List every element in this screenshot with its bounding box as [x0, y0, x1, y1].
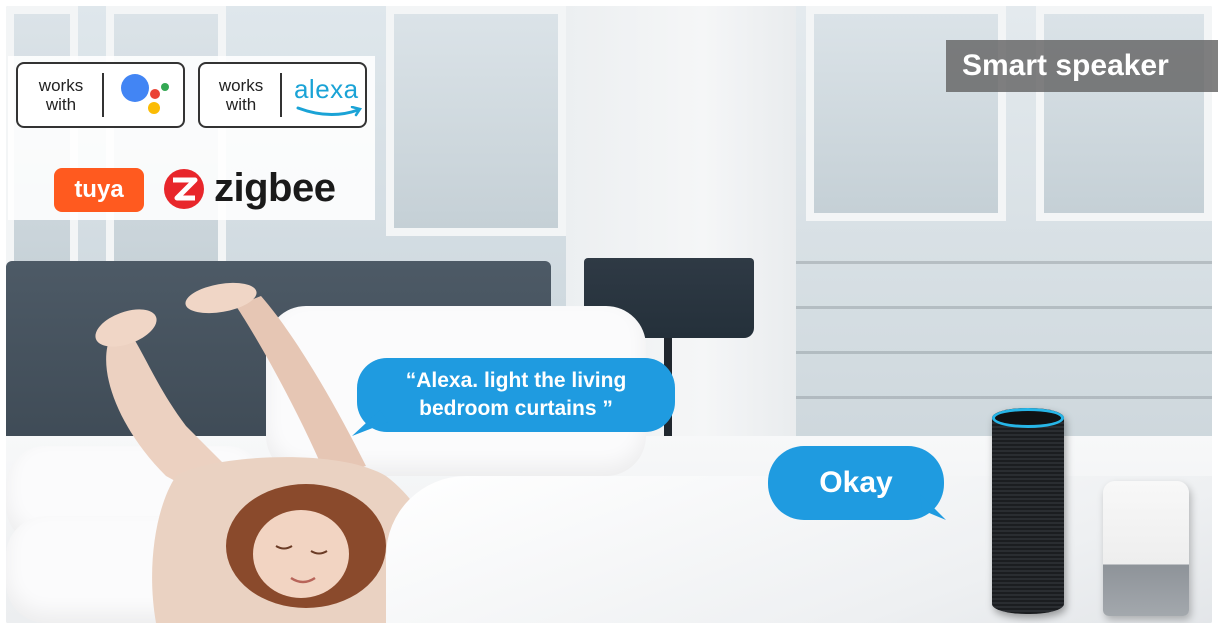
banner-title: Smart speaker — [962, 49, 1169, 82]
badge-divider — [102, 73, 104, 117]
badge-divider — [280, 73, 282, 117]
works-with-alexa-badge: works with alexa — [198, 62, 367, 128]
zigbee-wordmark: zigbee — [214, 166, 336, 210]
voice-command-bubble: “Alexa. light the living bedroom curtain… — [357, 358, 675, 432]
works-with-label: works with — [38, 76, 84, 114]
tuya-wordmark: tuya — [74, 176, 124, 203]
title-banner: Smart speaker — [946, 40, 1218, 92]
alexa-logo: alexa — [292, 70, 365, 120]
amazon-echo-speaker — [992, 408, 1064, 614]
alexa-smile-icon — [296, 106, 362, 117]
voice-command-text: “Alexa. light the living bedroom curtain… — [405, 369, 627, 420]
alexa-wordmark: alexa — [293, 74, 359, 104]
zigbee-icon — [164, 168, 204, 209]
reply-text: Okay — [819, 466, 893, 499]
google-home-speaker — [1103, 481, 1189, 616]
google-assistant-icon — [118, 70, 174, 120]
zigbee-logo: zigbee — [162, 166, 336, 211]
reply-bubble-tail — [920, 494, 946, 520]
echo-light-ring — [992, 408, 1064, 428]
works-with-google-badge: works with — [16, 62, 185, 128]
tuya-logo: tuya — [54, 168, 144, 212]
command-bubble-tail — [352, 410, 388, 436]
works-with-label: works with — [218, 76, 264, 114]
